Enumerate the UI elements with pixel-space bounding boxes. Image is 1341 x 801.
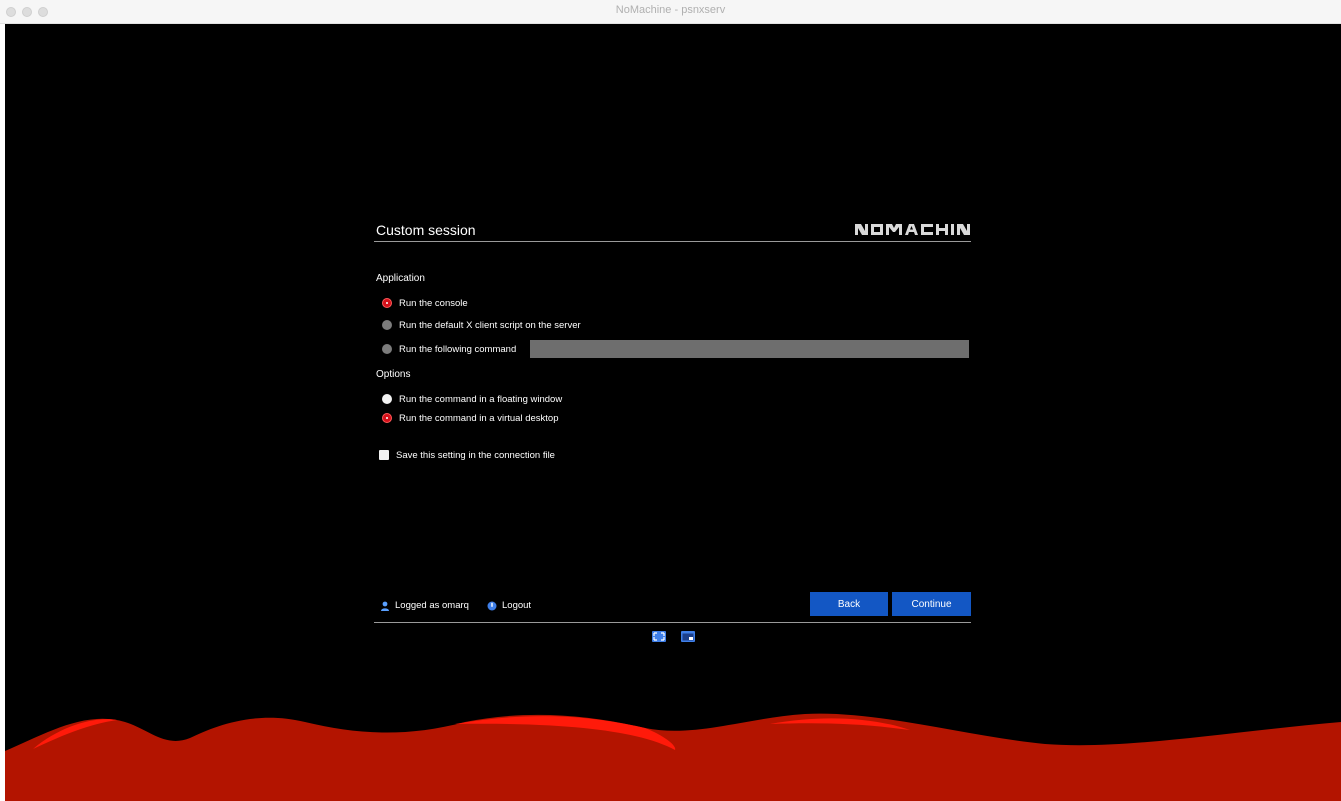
header-divider [374, 241, 971, 242]
save-setting-checkbox[interactable]: Save this setting in the connection file [379, 448, 555, 462]
custom-session-panel: Custom session Application Run the conso… [374, 219, 971, 642]
panel-title: Custom session [376, 222, 476, 238]
run-following-command-radio[interactable]: Run the following command [382, 342, 516, 356]
logout-label[interactable]: Logout [502, 600, 531, 611]
footer-divider [374, 622, 971, 623]
nomachine-logo [855, 224, 970, 235]
window-title: NoMachine - psnxserv [615, 4, 726, 16]
radio-unselected-icon[interactable] [382, 320, 392, 330]
remote-viewport: Custom session Application Run the conso… [5, 24, 1341, 801]
radio-unselected-icon[interactable] [382, 344, 392, 354]
application-section-label: Application [376, 273, 425, 284]
checkbox-icon[interactable] [379, 450, 389, 460]
window-titlebar: NoMachine - psnxserv [0, 0, 1341, 24]
logged-user: Logged as omarq [380, 600, 469, 611]
command-input[interactable] [530, 340, 969, 358]
continue-button[interactable]: Continue [892, 592, 971, 616]
user-icon [381, 601, 389, 611]
logout-link[interactable]: Logout [487, 600, 531, 611]
floating-window-radio[interactable]: Run the command in a floating window [382, 392, 562, 406]
virtual-desktop-radio[interactable]: Run the command in a virtual desktop [382, 411, 558, 425]
run-console-radio[interactable]: Run the console [382, 296, 468, 310]
power-icon[interactable] [487, 601, 497, 611]
radio-selected-icon[interactable] [382, 298, 392, 308]
radio-unselected-icon[interactable] [382, 394, 392, 404]
logged-as-label: Logged as omarq [395, 600, 469, 611]
window-icon[interactable] [681, 631, 695, 642]
panel-footer: Logged as omarq Logout Back Continue [374, 592, 971, 616]
background-waves [5, 713, 1341, 801]
run-default-x-client-radio[interactable]: Run the default X client script on the s… [382, 318, 581, 332]
options-section-label: Options [376, 369, 411, 380]
radio-selected-icon[interactable] [382, 413, 392, 423]
back-button[interactable]: Back [810, 592, 888, 616]
fullscreen-icon[interactable] [652, 631, 666, 642]
